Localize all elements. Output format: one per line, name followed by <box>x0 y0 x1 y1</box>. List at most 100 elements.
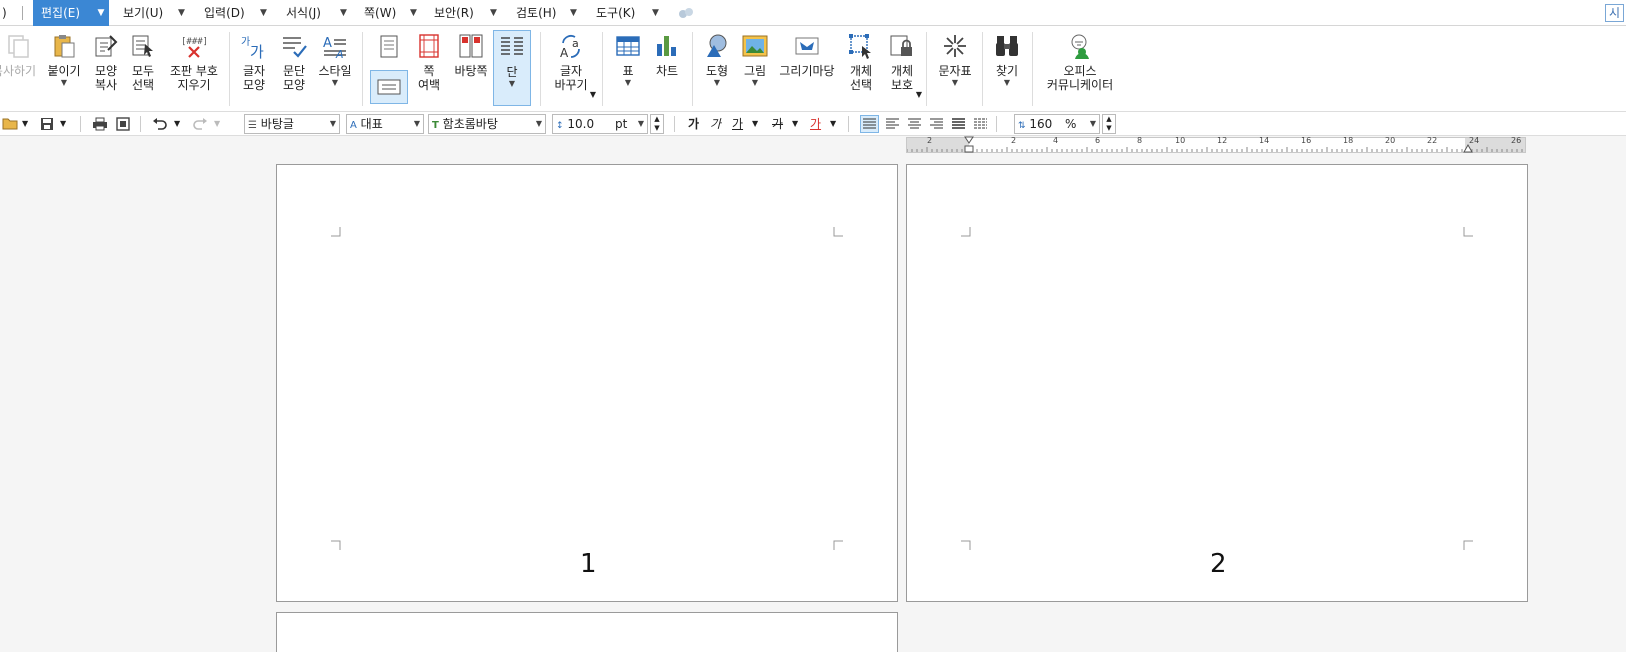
ruler-right-indent-marker-icon[interactable] <box>1463 143 1473 153</box>
paste-dropdown-icon[interactable]: ▼ <box>44 78 84 87</box>
underline-button[interactable]: 가 <box>732 114 743 134</box>
object-protect-button[interactable]: 개체 보호 ▼ <box>884 32 922 99</box>
page-margin-button[interactable]: 쪽 여백 <box>412 32 446 92</box>
menu-tools[interactable]: 도구(K) <box>596 0 635 26</box>
style-dropdown-icon[interactable]: ▼ <box>316 78 354 87</box>
para-shape-label-1: 문단 <box>282 64 306 78</box>
picture-button[interactable]: 그림 ▼ <box>738 32 772 87</box>
menu-review[interactable]: 검토(H) <box>516 0 556 26</box>
align-divide-icon[interactable] <box>972 116 989 132</box>
font-size-dropdown-icon[interactable]: ▼ <box>638 115 644 133</box>
font-color-button[interactable]: 가 <box>810 114 821 134</box>
char-shape-button[interactable]: 가가 글자 모양 <box>237 32 271 92</box>
print-icon[interactable] <box>92 117 108 131</box>
font-select-dropdown-icon[interactable]: ▼ <box>536 115 542 133</box>
copy-button[interactable]: 복사하기 <box>0 32 38 78</box>
page-icon[interactable] <box>376 34 402 60</box>
menu-format-dropdown-icon[interactable]: ▼ <box>340 0 347 26</box>
bold-button[interactable]: 가 <box>688 114 699 134</box>
menu-edit[interactable]: 편집(E) <box>33 0 101 26</box>
font-color-dropdown-icon[interactable]: ▼ <box>830 114 836 134</box>
strikethrough-dropdown-icon[interactable]: ▼ <box>792 114 798 134</box>
align-distribute-icon[interactable] <box>950 116 967 132</box>
menu-insert-dropdown-icon[interactable]: ▼ <box>260 0 267 26</box>
menu-security-dropdown-icon[interactable]: ▼ <box>490 0 497 26</box>
page-view-button[interactable] <box>370 70 408 104</box>
select-all-button[interactable]: 모두 선택 <box>127 32 159 92</box>
undo-icon[interactable] <box>152 117 168 131</box>
format-painter-icon <box>95 35 118 57</box>
font-select[interactable]: T 함초롬바탕 ▼ <box>428 114 546 134</box>
column-button[interactable]: 단 ▼ <box>493 30 531 106</box>
search-box-fragment[interactable]: 시 <box>1604 4 1624 22</box>
shape-dropdown-icon[interactable]: ▼ <box>700 78 734 87</box>
background-page-button[interactable]: 바탕쪽 <box>451 32 491 78</box>
italic-button[interactable]: 가 <box>710 114 721 134</box>
menu-page-dropdown-icon[interactable]: ▼ <box>410 0 417 26</box>
menu-review-dropdown-icon[interactable]: ▼ <box>570 0 577 26</box>
menu-insert[interactable]: 입력(D) <box>204 0 245 26</box>
language-select[interactable]: A 대표 ▼ <box>346 114 424 134</box>
language-select-dropdown-icon[interactable]: ▼ <box>414 115 420 133</box>
clear-marks-button[interactable]: [###] 조판 부호 지우기 <box>166 32 222 92</box>
object-protect-dropdown-icon[interactable]: ▼ <box>916 88 922 102</box>
char-replace-button[interactable]: Aa 글자 바꾸기 ▼ <box>548 32 596 99</box>
undo-dropdown-icon[interactable]: ▼ <box>174 114 180 134</box>
document-page-2[interactable]: 2 <box>906 164 1528 602</box>
picture-dropdown-icon[interactable]: ▼ <box>738 78 772 87</box>
paste-button[interactable]: 붙이기 ▼ <box>44 32 84 87</box>
cloud-sync-icon[interactable] <box>678 6 694 20</box>
find-dropdown-icon[interactable]: ▼ <box>990 78 1024 87</box>
line-spacing-spinner[interactable]: ▲ ▼ <box>1102 114 1116 134</box>
save-dropdown-icon[interactable]: ▼ <box>60 114 66 134</box>
font-size-spinner[interactable]: ▲ ▼ <box>650 114 664 134</box>
document-page-1[interactable]: 1 <box>276 164 898 602</box>
ruler-indent-marker-icon[interactable] <box>964 136 974 154</box>
line-spacing-select[interactable]: ⇅ 160 % ▼ <box>1014 114 1100 134</box>
column-dropdown-icon[interactable]: ▼ <box>494 79 530 88</box>
save-icon[interactable] <box>40 117 54 131</box>
style-select-dropdown-icon[interactable]: ▼ <box>330 115 336 133</box>
align-left-icon[interactable] <box>884 116 901 132</box>
find-button[interactable]: 찾기 ▼ <box>990 32 1024 87</box>
preview-icon[interactable] <box>116 117 130 131</box>
svg-text:A: A <box>323 36 332 51</box>
strikethrough-button[interactable]: 가 <box>772 114 783 134</box>
object-select-button[interactable]: 개체 선택 <box>844 32 878 92</box>
shape-button[interactable]: 도형 ▼ <box>700 32 734 87</box>
document-area[interactable]: 2 2 4 6 8 10 12 14 16 18 20 22 24 26 1 2 <box>0 136 1626 652</box>
menu-format[interactable]: 서식(J) <box>286 0 321 26</box>
redo-dropdown-icon[interactable]: ▼ <box>214 114 220 134</box>
redo-icon[interactable] <box>192 117 208 131</box>
style-button[interactable]: AA 스타일 ▼ <box>316 32 354 87</box>
document-page-3[interactable] <box>276 612 898 652</box>
symbols-dropdown-icon[interactable]: ▼ <box>934 78 976 87</box>
menu-view[interactable]: 보기(U) <box>123 0 163 26</box>
menu-page[interactable]: 쪽(W) <box>364 0 396 26</box>
align-justify-button[interactable] <box>860 115 879 133</box>
menu-tools-dropdown-icon[interactable]: ▼ <box>652 0 659 26</box>
align-right-icon[interactable] <box>928 116 945 132</box>
char-replace-dropdown-icon[interactable]: ▼ <box>590 88 596 102</box>
office-communicator-button[interactable]: 오피스 커뮤니케이터 <box>1040 32 1120 92</box>
align-center-icon[interactable] <box>906 116 923 132</box>
menu-security[interactable]: 보안(R) <box>434 0 474 26</box>
para-shape-button[interactable]: 문단 모양 <box>277 32 311 92</box>
menu-edit-dropdown-icon[interactable]: ▼ <box>93 0 109 26</box>
open-dropdown-icon[interactable]: ▼ <box>22 114 28 134</box>
table-button[interactable]: 표 ▼ <box>612 32 644 87</box>
table-dropdown-icon[interactable]: ▼ <box>612 78 644 87</box>
line-spacing-dropdown-icon[interactable]: ▼ <box>1090 115 1096 133</box>
underline-dropdown-icon[interactable]: ▼ <box>752 114 758 134</box>
menu-view-dropdown-icon[interactable]: ▼ <box>178 0 185 26</box>
lock-icon <box>890 35 912 56</box>
chart-button[interactable]: 차트 <box>650 32 684 78</box>
svg-text:[###]: [###] <box>181 37 208 47</box>
style-select[interactable]: ☰ 바탕글 ▼ <box>244 114 340 134</box>
font-size-select[interactable]: ↕ 10.0 pt ▼ <box>552 114 648 134</box>
symbols-button[interactable]: 문자표 ▼ <box>934 32 976 87</box>
open-folder-icon[interactable] <box>2 117 18 131</box>
drawing-art-button[interactable]: 그리기마당 <box>776 32 838 78</box>
horizontal-ruler[interactable]: 2 2 4 6 8 10 12 14 16 18 20 22 24 26 <box>906 136 1526 154</box>
format-copy-button[interactable]: 모양 복사 <box>90 32 122 92</box>
